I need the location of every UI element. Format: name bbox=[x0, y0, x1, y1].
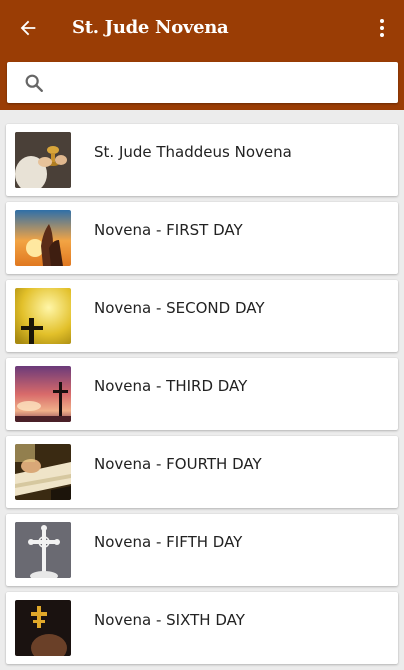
list-item[interactable]: Novena - THIRD DAY bbox=[6, 358, 398, 430]
search-input[interactable] bbox=[61, 68, 385, 99]
back-button[interactable] bbox=[14, 14, 42, 42]
novena-list: St. Jude Thaddeus Novena Novena - FIRST … bbox=[0, 124, 404, 670]
cross-yellow-light-image bbox=[15, 288, 71, 344]
white-cross-statue-image bbox=[15, 522, 71, 578]
list-item[interactable]: Novena - SECOND DAY bbox=[6, 280, 398, 352]
chalice-hands-image bbox=[15, 132, 71, 188]
list-item-label: St. Jude Thaddeus Novena bbox=[94, 143, 292, 161]
list-item[interactable]: St. Jude Thaddeus Novena bbox=[6, 124, 398, 196]
search-box[interactable] bbox=[7, 62, 398, 103]
page-title: St. Jude Novena bbox=[72, 17, 229, 38]
more-vertical-icon bbox=[380, 19, 384, 37]
list-item[interactable]: Novena - FIFTH DAY bbox=[6, 514, 398, 586]
list-item-label: Novena - FIFTH DAY bbox=[94, 533, 243, 551]
list-item-label: Novena - FIRST DAY bbox=[94, 221, 243, 239]
list-item-label: Novena - FOURTH DAY bbox=[94, 455, 262, 473]
app-bar: St. Jude Novena bbox=[0, 0, 404, 110]
bible-reading-image bbox=[15, 444, 71, 500]
golden-cross-dark-image bbox=[15, 600, 71, 656]
overflow-menu-button[interactable] bbox=[372, 14, 392, 42]
list-item-label: Novena - SIXTH DAY bbox=[94, 611, 245, 629]
list-item[interactable]: Novena - SIXTH DAY bbox=[6, 592, 398, 664]
list-item-label: Novena - THIRD DAY bbox=[94, 377, 248, 395]
cross-sunset-sky-image bbox=[15, 366, 71, 422]
list-item[interactable]: Novena - FIRST DAY bbox=[6, 202, 398, 274]
praying-hands-sunset-image bbox=[15, 210, 71, 266]
list-item-label: Novena - SECOND DAY bbox=[94, 299, 265, 317]
search-icon bbox=[25, 74, 43, 92]
arrow-left-icon bbox=[20, 20, 36, 36]
list-item[interactable]: Novena - FOURTH DAY bbox=[6, 436, 398, 508]
